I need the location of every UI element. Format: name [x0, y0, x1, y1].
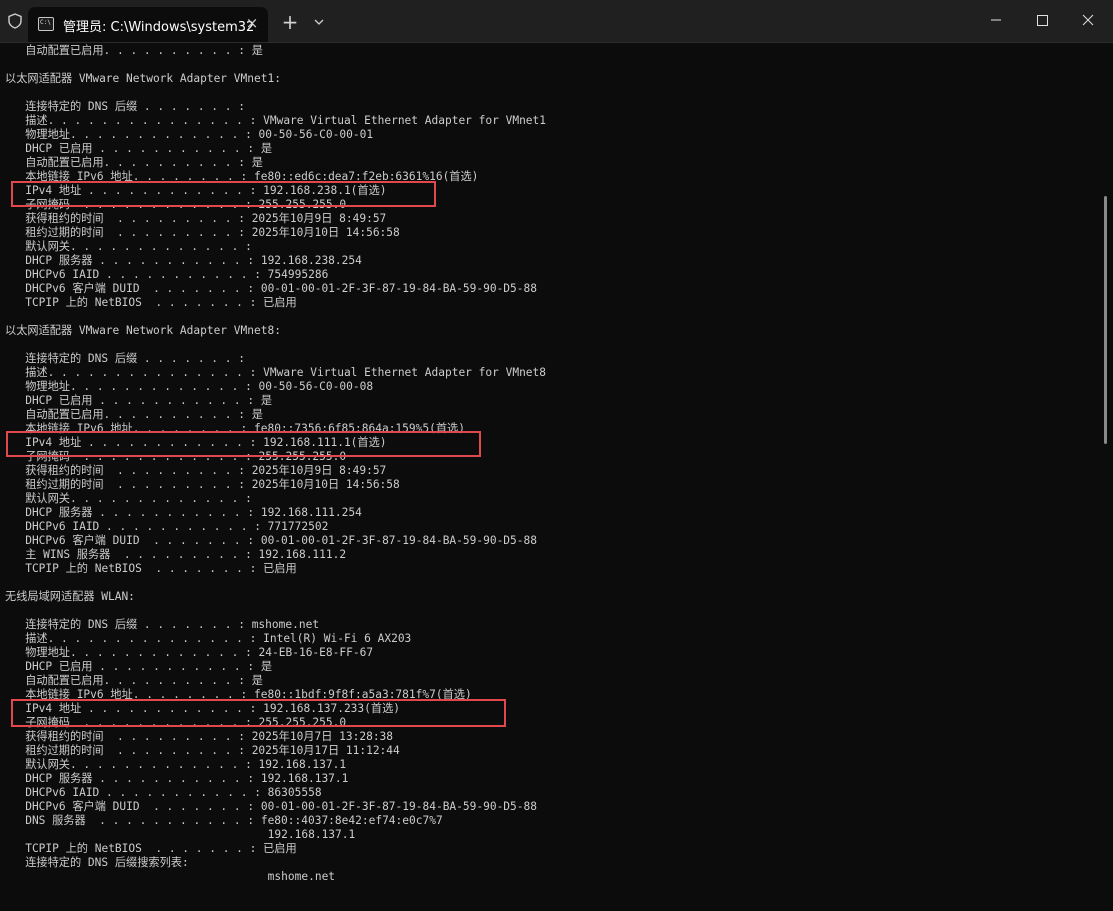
terminal-line: mshome.net [5, 870, 336, 883]
highlight-wlan-ipv4 [11, 699, 506, 727]
terminal-line: 描述. . . . . . . . . . . . . . . : Intel(… [5, 632, 412, 645]
tab-title: 管理员: C:\Windows\system32 [63, 20, 255, 35]
minimize-button[interactable] [973, 0, 1019, 40]
terminal-line: 租约过期的时间 . . . . . . . . . : 2025年10月10日 … [5, 226, 400, 239]
terminal-line: 自动配置已启用. . . . . . . . . . : 是 [5, 156, 263, 169]
terminal-line: 连接特定的 DNS 后缀 . . . . . . . : mshome.net [5, 618, 320, 631]
scrollbar[interactable] [1101, 44, 1111, 908]
terminal-line: DHCPv6 客户端 DUID . . . . . . . : 00-01-00… [5, 534, 537, 547]
terminal-line: DHCP 服务器 . . . . . . . . . . . : 192.168… [5, 506, 362, 519]
terminal-line: 物理地址. . . . . . . . . . . . . : 24-EB-16… [5, 646, 374, 659]
terminal-line: DHCP 已启用 . . . . . . . . . . . : 是 [5, 660, 273, 673]
tab-admin-cmd[interactable]: 管理员: C:\Windows\system32 × [28, 7, 268, 42]
terminal-line: 获得租约的时间 . . . . . . . . . : 2025年10月7日 1… [5, 730, 394, 743]
terminal-line: 租约过期的时间 . . . . . . . . . : 2025年10月10日 … [5, 478, 400, 491]
terminal-line: 自动配置已启用. . . . . . . . . . : 是 [5, 408, 263, 421]
terminal-line: 描述. . . . . . . . . . . . . . . : VMware… [5, 114, 547, 127]
terminal-line: 描述. . . . . . . . . . . . . . . : VMware… [5, 366, 547, 379]
terminal-line: TCPIP 上的 NetBIOS . . . . . . . : 已启用 [5, 562, 297, 575]
terminal-line: 192.168.137.1 [5, 828, 356, 841]
terminal-line: 获得租约的时间 . . . . . . . . . : 2025年10月9日 8… [5, 212, 387, 225]
terminal-line: 连接特定的 DNS 后缀搜索列表: [5, 856, 189, 869]
terminal-line: DHCPv6 IAID . . . . . . . . . . . : 8630… [5, 786, 322, 799]
highlight-vmnet1-ipv4 [11, 181, 436, 207]
terminal-line: 自动配置已启用. . . . . . . . . . : 是 [5, 44, 263, 57]
terminal-line: DNS 服务器 . . . . . . . . . . . : fe80::40… [5, 814, 443, 827]
terminal-line: DHCP 服务器 . . . . . . . . . . . : 192.168… [5, 772, 349, 785]
terminal-line: 租约过期的时间 . . . . . . . . . : 2025年10月17日 … [5, 744, 400, 757]
terminal-line: 自动配置已启用. . . . . . . . . . : 是 [5, 674, 263, 687]
terminal-line: 无线局域网适配器 WLAN: [5, 590, 135, 603]
terminal-line: 默认网关. . . . . . . . . . . . . : 192.168.… [5, 758, 347, 771]
terminal-line: 获得租约的时间 . . . . . . . . . : 2025年10月9日 8… [5, 464, 387, 477]
close-tab-icon[interactable]: × [240, 11, 264, 35]
terminal-line: 连接特定的 DNS 后缀 . . . . . . . : [5, 100, 245, 113]
chevron-down-icon[interactable] [308, 11, 330, 35]
highlight-vmnet8-ipv4 [6, 431, 481, 457]
terminal-icon [38, 17, 54, 31]
terminal-line: DHCP 已启用 . . . . . . . . . . . : 是 [5, 394, 273, 407]
terminal-line: 以太网适配器 VMware Network Adapter VMnet8: [5, 324, 281, 337]
terminal-line: 默认网关. . . . . . . . . . . . . : [5, 492, 252, 505]
maximize-button[interactable] [1019, 0, 1065, 40]
shield-icon [7, 13, 23, 29]
terminal-line: DHCPv6 客户端 DUID . . . . . . . : 00-01-00… [5, 800, 537, 813]
new-tab-button[interactable]: + [278, 11, 302, 35]
terminal-line: TCPIP 上的 NetBIOS . . . . . . . : 已启用 [5, 296, 297, 309]
terminal-line: 物理地址. . . . . . . . . . . . . : 00-50-56… [5, 380, 374, 393]
terminal-line: TCPIP 上的 NetBIOS . . . . . . . : 已启用 [5, 842, 297, 855]
terminal-line: 主 WINS 服务器 . . . . . . . . . : 192.168.1… [5, 548, 347, 561]
terminal-line: DHCP 已启用 . . . . . . . . . . . : 是 [5, 142, 273, 155]
terminal-line: 以太网适配器 VMware Network Adapter VMnet1: [5, 72, 281, 85]
terminal-line: 物理地址. . . . . . . . . . . . . : 00-50-56… [5, 128, 374, 141]
terminal-line: DHCPv6 客户端 DUID . . . . . . . : 00-01-00… [5, 282, 537, 295]
terminal-output[interactable]: 自动配置已启用. . . . . . . . . . : 是以太网适配器 VMw… [5, 44, 1095, 904]
close-window-button[interactable] [1065, 0, 1111, 40]
terminal-line: 连接特定的 DNS 后缀 . . . . . . . : [5, 352, 245, 365]
title-bar: 管理员: C:\Windows\system32 × + [0, 0, 1113, 43]
terminal-line: 默认网关. . . . . . . . . . . . . : [5, 240, 252, 253]
scrollbar-thumb[interactable] [1104, 196, 1107, 444]
terminal-line: DHCPv6 IAID . . . . . . . . . . . : 7549… [5, 268, 329, 281]
terminal-line: DHCP 服务器 . . . . . . . . . . . : 192.168… [5, 254, 362, 267]
terminal-line: DHCPv6 IAID . . . . . . . . . . . : 7717… [5, 520, 329, 533]
